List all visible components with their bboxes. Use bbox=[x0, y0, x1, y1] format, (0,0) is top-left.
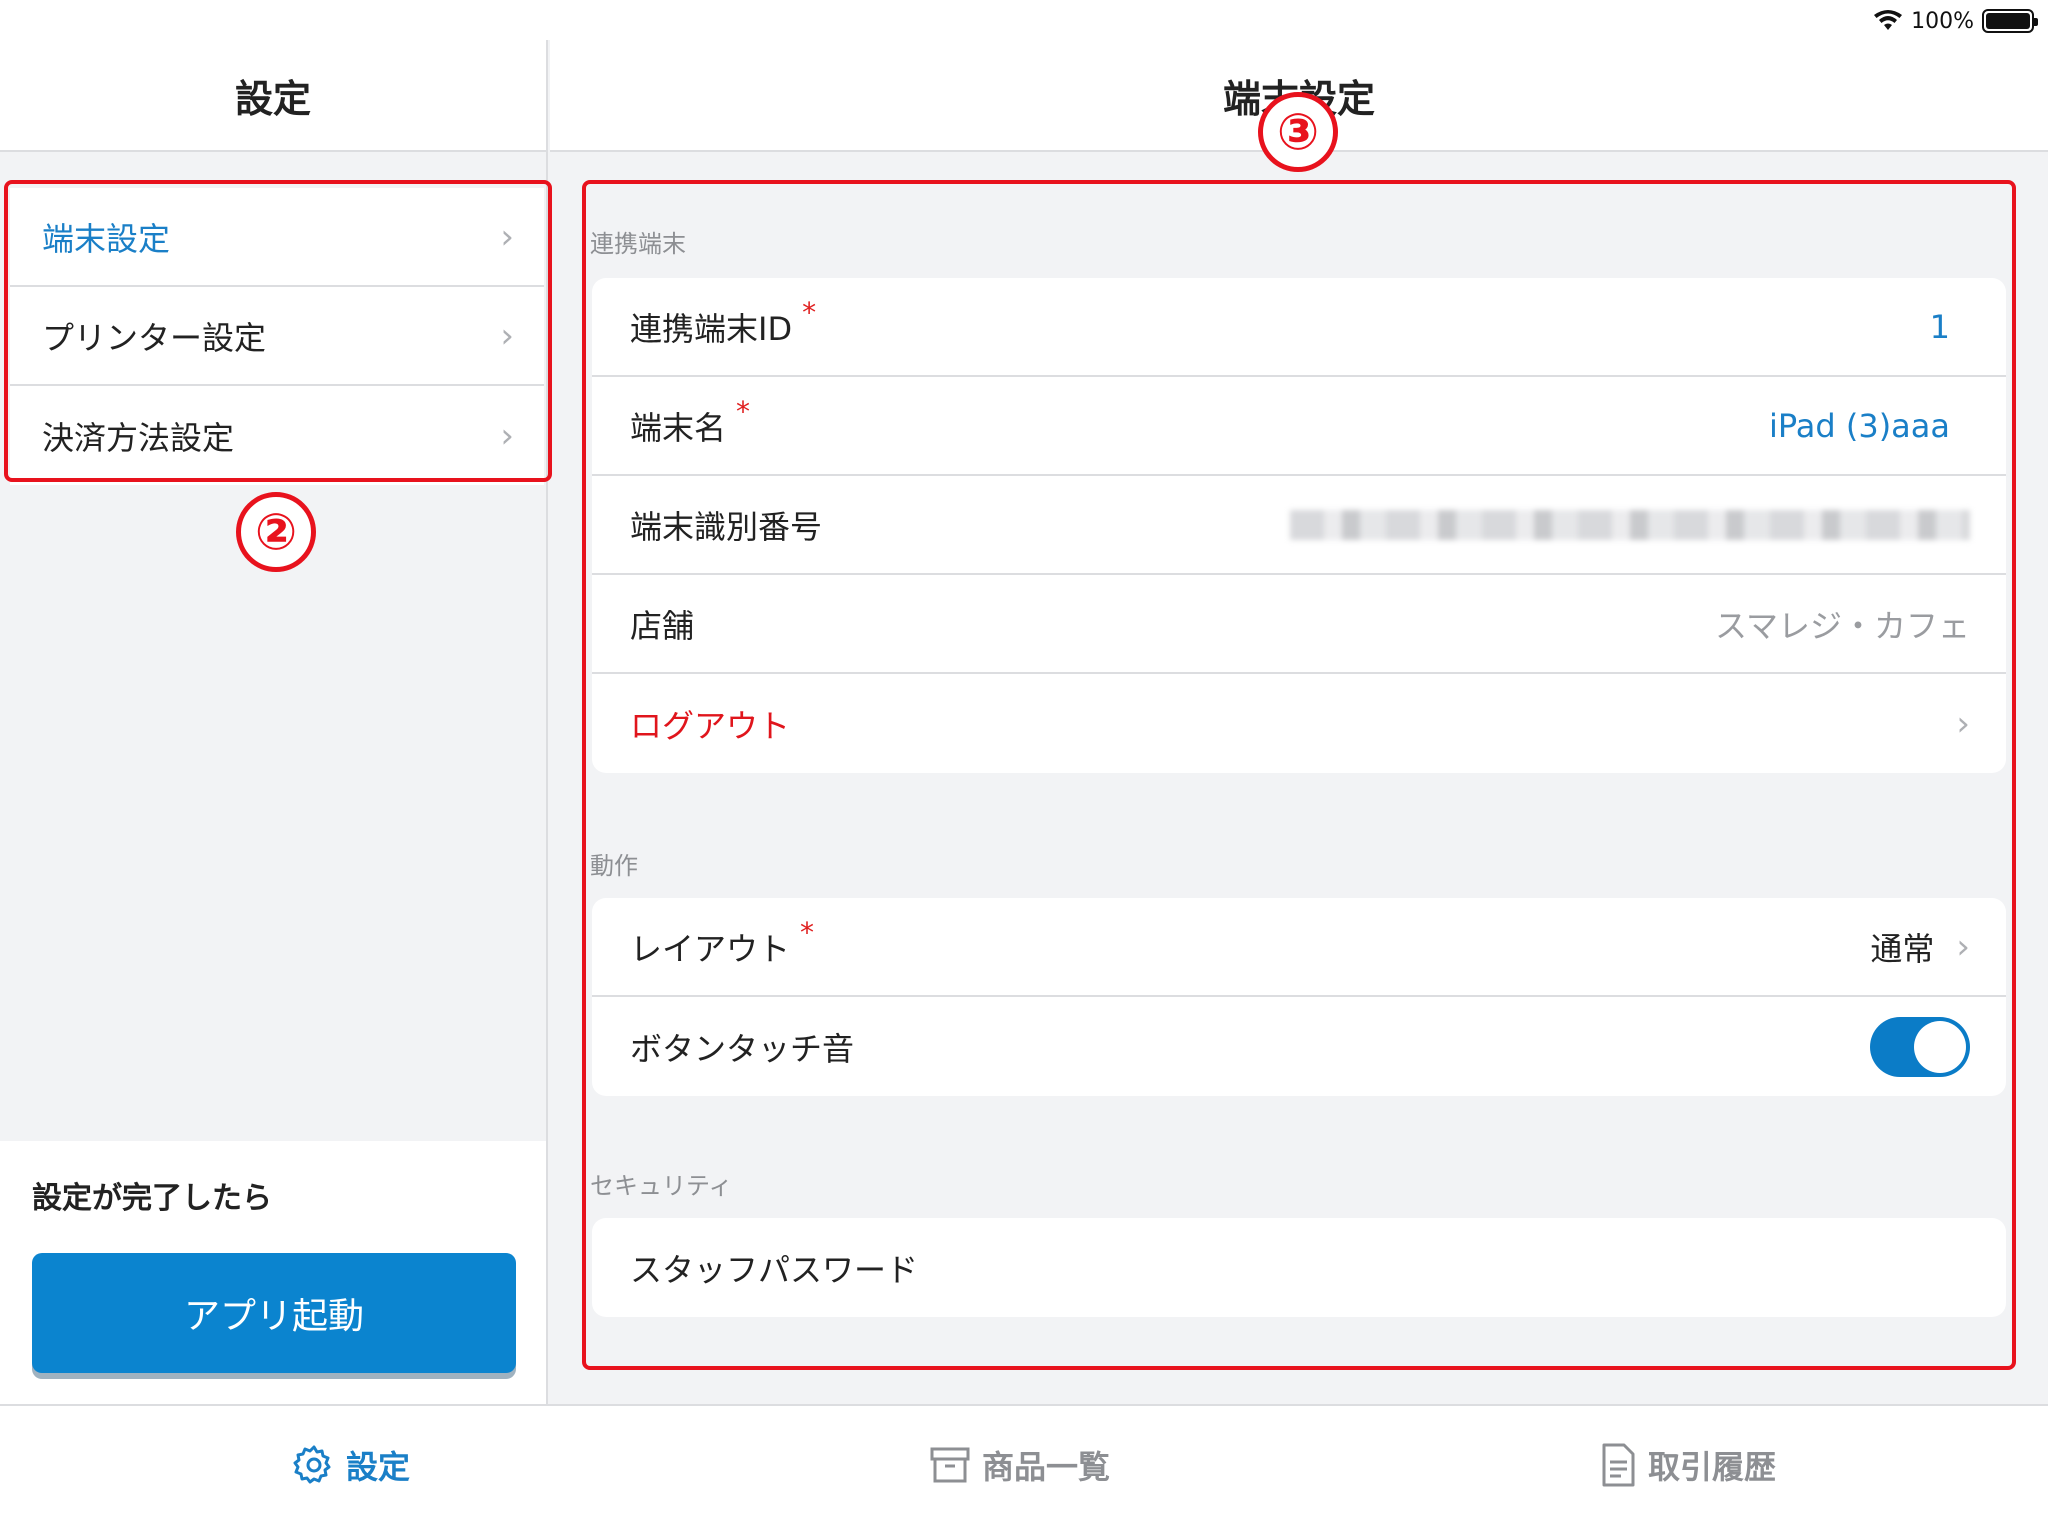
annotation-box-detail bbox=[582, 180, 2016, 1370]
sidebar-title: 設定 bbox=[234, 76, 311, 121]
annotation-box-menu bbox=[4, 180, 552, 482]
archive-box-icon bbox=[930, 1447, 970, 1483]
launch-app-button[interactable]: アプリ起動 bbox=[32, 1253, 516, 1373]
sidebar-header: 設定 bbox=[0, 40, 546, 152]
annotation-number-3: ③ bbox=[1258, 92, 1338, 172]
setup-complete-text: 設定が完了したら bbox=[32, 1181, 272, 1216]
tab-label: 取引履歴 bbox=[1648, 1448, 1777, 1486]
annotation-number-2: ② bbox=[236, 492, 316, 572]
tab-bar: 設定 商品一覧 取引履歴 bbox=[0, 1404, 2048, 1536]
tab-label: 商品一覧 bbox=[982, 1448, 1111, 1486]
tab-transaction-history[interactable]: 取引履歴 bbox=[1598, 1442, 1776, 1488]
battery-percent: 100% bbox=[1911, 8, 1974, 34]
battery-fill bbox=[1986, 13, 2030, 29]
battery-icon bbox=[1982, 9, 2038, 33]
gear-icon bbox=[293, 1445, 331, 1484]
status-right: 100% bbox=[1873, 6, 2038, 36]
sidebar-footer: 設定が完了したら アプリ起動 bbox=[0, 1141, 546, 1404]
tab-product-list[interactable]: 商品一覧 bbox=[928, 1442, 1110, 1488]
wifi-icon bbox=[1874, 10, 1903, 30]
tab-settings[interactable]: 設定 bbox=[292, 1442, 410, 1488]
tab-label: 設定 bbox=[346, 1448, 411, 1486]
status-bar: 100% bbox=[0, 0, 2048, 40]
document-list-icon bbox=[1602, 1443, 1635, 1487]
